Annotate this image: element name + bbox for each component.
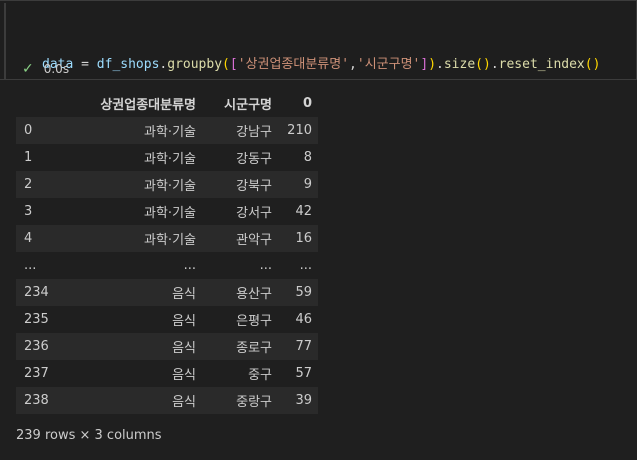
table-cell: 종로구 xyxy=(236,341,272,356)
code-token: [ xyxy=(229,57,238,72)
table-cell: 210 xyxy=(287,123,312,138)
row-index-cell: 237 xyxy=(24,366,49,381)
code-line-1: data = df_shops.groupby(['상권업종대분류명','시군구… xyxy=(42,55,600,75)
table-cell: 은평구 xyxy=(236,314,272,329)
table-row: 0 과학·기술 강남구 210 xyxy=(16,117,318,144)
code-token: df_shops xyxy=(96,57,160,72)
code-token: . xyxy=(436,57,444,72)
table-cell: 음식 xyxy=(172,287,196,302)
table-row: 1 과학·기술 강동구 8 xyxy=(16,144,318,171)
table-cell: 77 xyxy=(295,339,312,354)
table-cell: 과학·기술 xyxy=(144,233,196,248)
table-cell: 관악구 xyxy=(236,233,272,248)
table-cell: 57 xyxy=(295,366,312,381)
cell-output: 상권업종대분류명 시군구명 0 0 과학·기술 강남구 210 1 과학·기술 강동구 8 2 과학·… xyxy=(16,90,318,414)
code-token: '시군구명' xyxy=(356,57,421,72)
row-index-cell: 235 xyxy=(24,312,49,327)
table-cell: ... xyxy=(299,258,312,273)
column-header: 상권업종대분류명 xyxy=(100,98,196,113)
table-row: 237 음식 중구 57 xyxy=(16,360,318,387)
table-row: 3 과학·기술 강서구 42 xyxy=(16,198,318,225)
table-cell: 중랑구 xyxy=(236,395,272,410)
table-cell: 과학·기술 xyxy=(144,125,196,140)
dataframe-table: 상권업종대분류명 시군구명 0 0 과학·기술 강남구 210 1 과학·기술 강동구 8 2 과학·… xyxy=(16,90,318,414)
row-index-cell: 1 xyxy=(24,150,33,165)
table-cell: 음식 xyxy=(172,314,196,329)
table-cell: 용산구 xyxy=(236,287,272,302)
table-header-row: 상권업종대분류명 시군구명 0 xyxy=(16,90,318,117)
code-token: . xyxy=(490,57,499,72)
table-cell: 59 xyxy=(295,285,312,300)
row-index-cell: 2 xyxy=(24,177,33,192)
table-cell: 강북구 xyxy=(236,179,272,194)
code-token: ( xyxy=(222,57,230,72)
table-row: 238 음식 중랑구 39 xyxy=(16,387,318,414)
notebook-page: data = df_shops.groupby(['상권업종대분류명','시군구… xyxy=(0,0,637,460)
table-cell: 음식 xyxy=(172,368,196,383)
table-cell: 9 xyxy=(303,177,312,192)
table-row: 236 음식 종로구 77 xyxy=(16,333,318,360)
code-token: '상권업종대분류명' xyxy=(237,57,350,72)
table-cell: 강남구 xyxy=(236,125,272,140)
table-row: 2 과학·기술 강북구 9 xyxy=(16,171,318,198)
table-cell: 46 xyxy=(295,312,312,327)
column-header: 0 xyxy=(302,96,312,111)
table-cell: 강서구 xyxy=(236,206,272,221)
code-token: () xyxy=(584,57,601,72)
execution-status: ✓ 0.0s xyxy=(22,61,69,77)
cell-focus-bar xyxy=(4,3,6,79)
table-cell: 중구 xyxy=(248,368,272,383)
table-cell: 음식 xyxy=(172,341,196,356)
table-cell: ... xyxy=(259,258,272,273)
code-token: ) xyxy=(428,57,437,72)
row-index-cell: 4 xyxy=(24,231,33,246)
table-row: 235 음식 은평구 46 xyxy=(16,306,318,333)
table-cell: ... xyxy=(183,258,196,273)
table-row: 4 과학·기술 관악구 16 xyxy=(16,225,318,252)
column-header xyxy=(16,90,70,117)
table-cell: 과학·기술 xyxy=(144,179,196,194)
row-index-cell: 238 xyxy=(24,393,49,408)
table-cell: 음식 xyxy=(172,395,196,410)
table-cell: 42 xyxy=(295,204,312,219)
code-token: = xyxy=(73,57,97,72)
column-header: 시군구명 xyxy=(224,98,272,113)
code-token: reset_index xyxy=(498,57,585,72)
table-cell: 강동구 xyxy=(236,152,272,167)
table-body: 0 과학·기술 강남구 210 1 과학·기술 강동구 8 2 과학·기술 강북구 9 3 과학·기술 강서… xyxy=(16,117,318,414)
row-index-cell: ... xyxy=(24,258,37,273)
table-cell: 16 xyxy=(295,231,312,246)
execution-time: 0.0s xyxy=(43,62,70,76)
table-cell: 과학·기술 xyxy=(144,152,196,167)
dataframe-shape: 239 rows × 3 columns xyxy=(16,428,162,443)
row-index-cell: 234 xyxy=(24,285,49,300)
row-index-cell: 0 xyxy=(24,123,33,138)
table-row: 234 음식 용산구 59 xyxy=(16,279,318,306)
code-token: size xyxy=(443,57,476,72)
code-cell[interactable]: data = df_shops.groupby(['상권업종대분류명','시군구… xyxy=(0,0,637,132)
code-token: groupby xyxy=(167,57,223,72)
table-row: ............ xyxy=(16,252,318,279)
code-token: () xyxy=(475,57,491,72)
table-cell: 8 xyxy=(303,150,312,165)
table-cell: 39 xyxy=(295,393,312,408)
check-icon: ✓ xyxy=(22,61,34,77)
row-index-cell: 236 xyxy=(24,339,49,354)
table-cell: 과학·기술 xyxy=(144,206,196,221)
code-token: , xyxy=(349,57,357,72)
row-index-cell: 3 xyxy=(24,204,33,219)
